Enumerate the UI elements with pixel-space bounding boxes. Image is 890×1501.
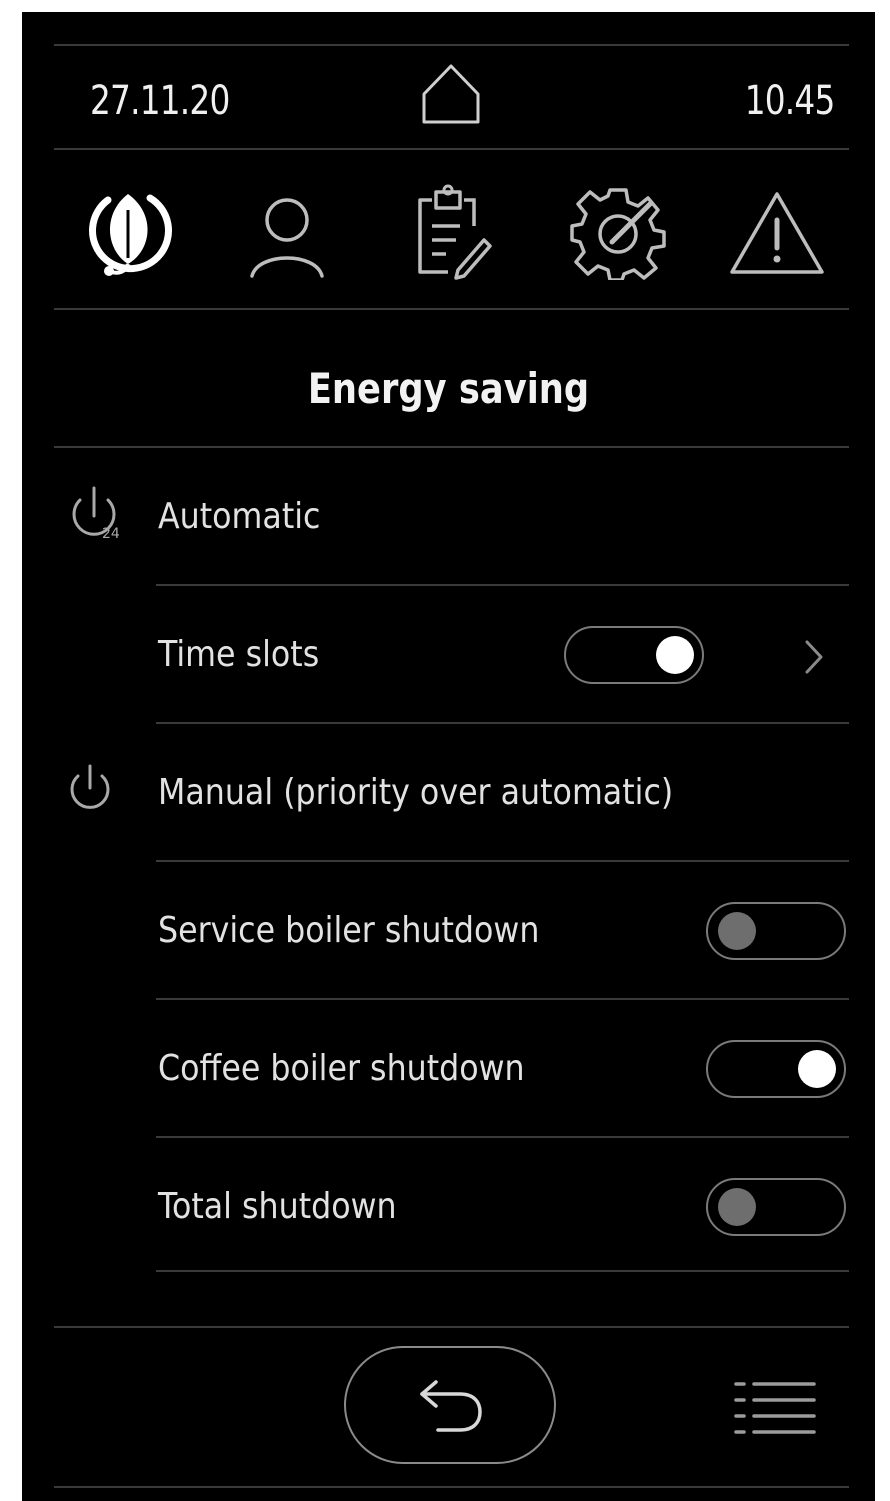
divider [54,1486,849,1488]
chevron-right-icon[interactable] [802,638,826,676]
menu-list-icon[interactable] [732,1378,818,1438]
divider [54,44,849,46]
divider [156,998,849,1000]
energy-saving-leaf-icon[interactable] [78,180,178,280]
automatic-label: Automatic [158,496,321,537]
toggle-knob [718,912,756,950]
total-shutdown-toggle[interactable] [706,1178,846,1236]
clipboard-edit-icon[interactable] [410,182,492,282]
coffee-boiler-shutdown-label: Coffee boiler shutdown [158,1048,525,1089]
time-slots-label: Time slots [158,634,320,675]
divider [54,148,849,150]
gear-settings-icon[interactable] [570,184,666,280]
home-icon[interactable] [418,60,484,128]
status-time: 10.45 [745,78,836,124]
toggle-knob [798,1050,836,1088]
power-icon [70,764,110,809]
divider [156,1270,849,1272]
svg-text:24: 24 [102,526,120,542]
coffee-boiler-shutdown-toggle[interactable] [706,1040,846,1098]
back-arrow-icon [420,1380,482,1432]
service-boiler-shutdown-toggle[interactable] [706,902,846,960]
total-shutdown-label: Total shutdown [158,1186,397,1227]
user-icon[interactable] [244,192,330,282]
divider [54,446,849,448]
divider [156,722,849,724]
divider [54,308,849,310]
service-boiler-shutdown-label: Service boiler shutdown [158,910,540,951]
back-button[interactable] [344,1346,556,1464]
time-slots-toggle[interactable] [564,626,704,684]
power-24h-icon: 24 [72,486,120,542]
toggle-knob [656,636,694,674]
divider [156,584,849,586]
divider [54,1326,849,1328]
device-screen: 27.11.20 10.45 Energy saving 24 Automati… [22,12,875,1501]
divider [156,1136,849,1138]
page-title: Energy saving [307,364,590,413]
toggle-knob [718,1188,756,1226]
divider [156,860,849,862]
warning-icon[interactable] [728,188,826,278]
manual-label: Manual (priority over automatic) [158,772,674,813]
status-date: 27.11.20 [90,78,230,124]
